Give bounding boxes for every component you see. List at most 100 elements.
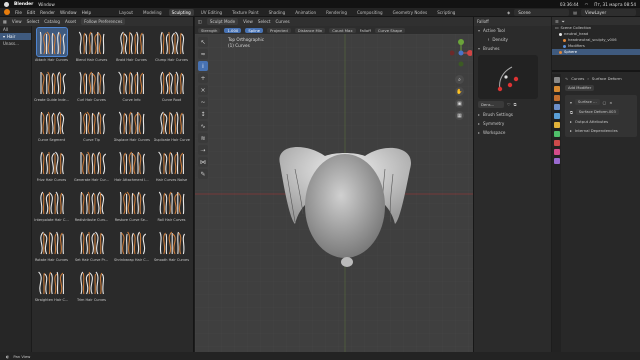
active-tool-density[interactable]: ⁞ Density: [474, 35, 551, 44]
menu-select[interactable]: Select: [258, 19, 271, 24]
blender-logo-icon[interactable]: [4, 9, 10, 15]
pan-hand-icon[interactable]: ✋: [455, 87, 464, 96]
modifier-type[interactable]: Surface ...: [574, 99, 600, 105]
grid-view-icon[interactable]: ▦: [455, 111, 464, 120]
properties-tab-icon[interactable]: [553, 95, 560, 101]
asset-item[interactable]: Displace Hair Curves: [113, 108, 150, 145]
tool-annotate-icon[interactable]: ✎: [198, 169, 208, 179]
menu-curves[interactable]: Curves: [275, 19, 289, 24]
menu-asset[interactable]: Asset: [65, 19, 76, 24]
section-brushes[interactable]: ▾ Brushes: [474, 44, 551, 53]
scene-selector[interactable]: Scene: [514, 8, 570, 16]
editor-type-icon[interactable]: ☰: [555, 19, 559, 24]
camera-icon[interactable]: ▣: [455, 99, 464, 108]
close-icon[interactable]: ×: [609, 100, 612, 105]
asset-item[interactable]: Rotate Hair Curves: [33, 228, 70, 265]
menu-window[interactable]: Window: [60, 10, 77, 15]
properties-tab-icon[interactable]: [553, 122, 560, 128]
tab-sculpting[interactable]: Sculpting: [168, 8, 194, 16]
tool-smooth-icon[interactable]: ≋: [198, 133, 208, 143]
asset-item[interactable]: Attach Hair Curves: [33, 27, 70, 65]
tool-slide-icon[interactable]: ⇢: [198, 145, 208, 155]
menu-view[interactable]: View: [12, 19, 22, 24]
properties-tab-icon[interactable]: [553, 77, 560, 83]
navigation-gizmo[interactable]: [450, 37, 472, 69]
brush-preview[interactable]: [478, 55, 538, 99]
menu-select[interactable]: Select: [27, 19, 40, 24]
asset-item[interactable]: Straighten Hair C...: [33, 268, 70, 305]
zoom-icon[interactable]: ⌕: [455, 75, 464, 84]
section-workspace[interactable]: ▸ Workspace: [474, 128, 551, 137]
menu-edit[interactable]: Edit: [27, 10, 35, 15]
asset-item[interactable]: Curve Root: [153, 68, 190, 105]
tab-compositing[interactable]: Compositing: [354, 9, 386, 16]
display-toggle-icon[interactable]: ▢: [603, 100, 607, 105]
os-app-name[interactable]: Blender: [14, 2, 33, 7]
menu-view[interactable]: View: [243, 19, 253, 24]
catalog-item-all[interactable]: All: [0, 26, 31, 33]
asset-item[interactable]: Shrinkwrap Hair C...: [113, 228, 150, 265]
section-active-tool[interactable]: ▾ Active Tool: [474, 26, 551, 35]
mode-selector[interactable]: Sculpt Mode: [206, 18, 239, 25]
outliner-item-sphere[interactable]: Sphere: [552, 49, 640, 55]
tool-add-curves-icon[interactable]: +: [198, 73, 208, 83]
os-date-time[interactable]: Пт, 31 марта 08:54: [594, 2, 636, 7]
spline-toggle[interactable]: Spline: [245, 27, 263, 33]
editor-type-icon[interactable]: ◫: [198, 19, 202, 24]
asset-item[interactable]: Curve Segment: [33, 108, 70, 145]
library-selector[interactable]: Follow Preferences: [81, 18, 126, 25]
menu-file[interactable]: File: [15, 10, 22, 15]
tool-selection-icon[interactable]: ↖: [198, 37, 208, 47]
asset-item[interactable]: Restore Curve Se...: [113, 188, 150, 225]
tab-layout[interactable]: Layout: [116, 9, 136, 16]
catalog-item-unassigned[interactable]: Unass...: [0, 40, 31, 47]
properties-tab-icon[interactable]: [553, 140, 560, 146]
section-brush-settings[interactable]: ▸ Brush Settings: [474, 110, 551, 119]
asset-item[interactable]: Braid Hair Curves: [113, 28, 150, 65]
asset-item[interactable]: Interpolate Hair C...: [33, 188, 70, 225]
duplicate-brush-icon[interactable]: ⧉: [514, 102, 517, 107]
tab-shading[interactable]: Shading: [266, 9, 289, 16]
tab-scripting[interactable]: Scripting: [434, 9, 458, 16]
output-attributes-section[interactable]: ▸ Output Attributes: [567, 117, 635, 126]
tool-grow-shrink-icon[interactable]: ↕: [198, 109, 208, 119]
asset-item[interactable]: Set Hair Curve Pr...: [73, 228, 110, 265]
filter-icon[interactable]: ⏷: [562, 19, 565, 24]
properties-tab-icon[interactable]: [553, 104, 560, 110]
tool-comb-icon[interactable]: ≈: [198, 49, 208, 59]
asset-item[interactable]: Duplicate Hair Curves: [153, 108, 190, 145]
properties-tab-icon[interactable]: [553, 113, 560, 119]
properties-tab-icon[interactable]: [553, 158, 560, 164]
asset-item[interactable]: Frizz Hair Curves: [33, 148, 70, 185]
properties-tab-icon[interactable]: [553, 131, 560, 137]
asset-item[interactable]: Curl Hair Curves: [73, 68, 110, 105]
editor-type-icon[interactable]: ▦: [3, 19, 7, 24]
modifier-name-field[interactable]: Surface Deform.003: [575, 109, 619, 115]
asset-item[interactable]: Blend Hair Curves: [73, 28, 110, 65]
menu-help[interactable]: Help: [82, 10, 92, 15]
asset-item[interactable]: Redistribute Curv...: [73, 188, 110, 225]
asset-item[interactable]: Roll Hair Curves: [153, 188, 190, 225]
internal-dependencies-section[interactable]: ▸ Internal Dependencies: [567, 126, 635, 135]
tab-uv-editing[interactable]: UV Editing: [198, 9, 225, 16]
3d-viewport[interactable]: ◫ Sculpt Mode View Select Curves Strengt…: [195, 17, 473, 352]
apple-icon[interactable]: [4, 1, 9, 7]
add-modifier-button[interactable]: Add Modifier: [565, 85, 595, 91]
catalog-item-hair[interactable]: ▾ Hair: [0, 33, 31, 40]
os-menu-window[interactable]: Window: [38, 2, 55, 7]
tab-texture-paint[interactable]: Texture Paint: [229, 9, 261, 16]
asset-item[interactable]: Curve Info: [113, 68, 150, 105]
fake-user-icon[interactable]: ♡: [507, 102, 511, 107]
menu-catalog[interactable]: Catalog: [44, 19, 60, 24]
properties-tab-icon[interactable]: [553, 86, 560, 92]
asset-item[interactable]: Hair Curves Noise: [153, 148, 190, 185]
tool-delete-icon[interactable]: ×: [198, 85, 208, 95]
falloff-label[interactable]: Falloff: [477, 19, 489, 24]
asset-item[interactable]: Smooth Hair Curves: [153, 228, 190, 265]
brush-name-field[interactable]: Dens...: [478, 101, 504, 108]
tool-snake-hook-icon[interactable]: ~: [198, 97, 208, 107]
curve-shape-dropdown[interactable]: Curve Shape: [374, 27, 406, 33]
section-symmetry[interactable]: ▸ Symmetry: [474, 119, 551, 128]
asset-item[interactable]: Hair Attachment I...: [113, 148, 150, 185]
asset-item[interactable]: Curve Tip: [73, 108, 110, 145]
